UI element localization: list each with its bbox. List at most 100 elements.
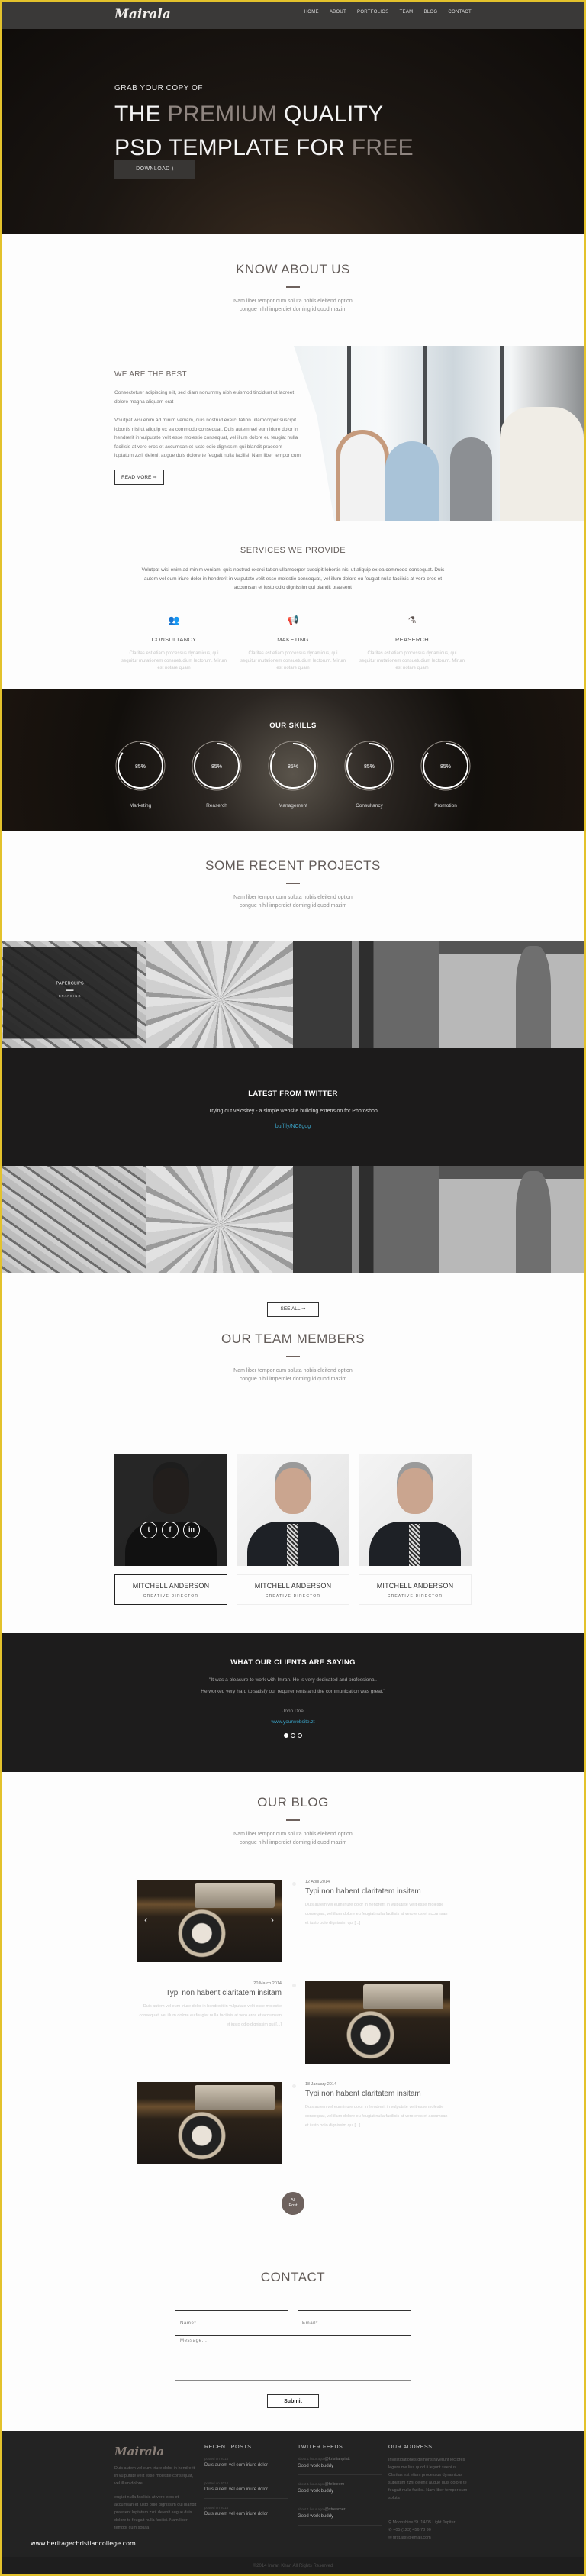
team-member-card[interactable]: t f in MITCHELL ANDERSON CREATIVE DIRECTO… [114,1454,227,1605]
see-all-button[interactable]: SEE ALL ➞ [267,1302,319,1317]
section-title: OUR TEAM MEMBERS [221,1332,365,1346]
recent-post[interactable]: posted on 2014 Duis autem vel eum iriure … [204,2499,288,2523]
carousel-dot[interactable] [298,1733,302,1738]
project-boardwalk[interactable] [293,1166,440,1273]
project-paperclips[interactable] [0,1166,146,1273]
recent-post[interactable]: posted on 2014 Duis autem vel eum iriure … [204,2450,288,2474]
project-pencils[interactable] [146,1166,293,1273]
post-title[interactable]: Typi non habent claritatem insitam [305,2090,450,2098]
linkedin-icon[interactable]: in [183,1522,200,1538]
post-image-slider[interactable]: ‹ › [137,1880,282,1962]
team-member-card[interactable]: MITCHELL ANDERSON CREATIVE DIRECTOR [237,1454,349,1605]
phone-line: ✆ +05 (123) 456 78 90 [388,2528,431,2532]
team-member-card[interactable]: MITCHELL ANDERSON CREATIVE DIRECTOR [359,1454,472,1605]
blog-post: 20 March 2014 Typi non habent claritatem… [137,1981,472,2065]
message-field[interactable] [175,2335,411,2381]
testimonial-website[interactable]: www.yourwebsite.zt [0,1719,586,1725]
email-field[interactable] [298,2310,411,2335]
post-excerpt: Duis autem vel eum iriure dolor in hendr… [305,1903,448,1926]
twitter-icon[interactable]: t [140,1522,157,1538]
timeline-dot [292,1984,296,1987]
logo[interactable]: Mairala [114,7,171,22]
team-meeting-photo [294,346,584,521]
project-hydrant[interactable] [440,941,586,1048]
post-title[interactable]: Typi non habent claritatem insitam [305,1887,450,1896]
download-label: DOWNLOAD [136,166,170,172]
skill-ring: 85% Marketing [114,740,166,809]
nav-blog[interactable]: BLOG [423,10,437,18]
project-boardwalk[interactable] [293,941,440,1048]
project-title: PAPERCLIPS [56,980,84,986]
carousel-dot[interactable] [284,1733,288,1738]
skill-percent: 85% [288,764,298,770]
skill-percent: 85% [364,764,375,770]
title-divider [286,286,300,288]
footer: Mairala Duis autem vel eum iriure dolor … [0,2431,586,2575]
nav-portfolios[interactable]: PORTFOLIOS [357,10,389,18]
chevron-right-icon[interactable]: › [270,1913,274,1926]
services-section: SERVICES WE PROVIDE Volutpat wisi enim a… [0,521,586,689]
member-photo [359,1454,472,1566]
contact-section: CONTACT Submit [0,2236,586,2431]
headline-highlight: PREMIUM [167,102,278,127]
blog-post: 18 January 2014 Typi non habent claritat… [137,2082,472,2166]
hero-eyebrow: GRAB YOUR COPY OF [114,84,203,92]
name-field[interactable] [175,2310,288,2335]
post-excerpt: Duis autem vel eum iriure dolor in hendr… [305,2105,448,2128]
about-paragraph: Consectetuer adipiscing elit, sed diam n… [114,390,295,405]
section-title: LATEST FROM TWITTER [248,1089,338,1098]
service-consultancy: 👥 CONSULTANCY Claritas est etiam process… [121,615,227,673]
post-date: 18 January 2014 [305,2082,336,2087]
footer-heading: OUR ADDRESS [388,2445,433,2450]
title-divider [286,1356,300,1357]
nav-contact[interactable]: CONTACT [448,10,472,18]
timeline-dot [292,2084,296,2088]
facebook-icon[interactable]: f [162,1522,179,1538]
chevron-left-icon[interactable]: ‹ [144,1913,148,1926]
tweet-link[interactable]: buff.ly/NC8gog [0,1124,586,1129]
section-subtitle: Nam liber tempor cum soluta nobis eleife… [233,1368,353,1382]
service-title: MAKETING [277,636,309,643]
service-research: ⚗ REASERCH Claritas est etiam processus … [359,615,465,673]
service-title: REASERCH [394,636,430,643]
post-image[interactable] [305,1981,450,2064]
hero-headline: THE PREMIUM QUALITY PSD TEMPLATE FOR FRE… [114,98,414,165]
service-title: CONSULTANCY [151,636,197,643]
recent-post[interactable]: posted on 2014 Duis autem vel eum iriure … [204,2474,288,2499]
email-line[interactable]: ✉ first.last@email.com [388,2534,472,2542]
about-heading: WE ARE THE BEST [114,370,187,379]
member-name: MITCHELL ANDERSON [376,1582,454,1590]
megaphone-icon: 📢 [287,615,299,625]
service-marketing: 📢 MAKETING Claritas est etiam processus … [240,615,346,673]
nav-about[interactable]: ABOUT [330,10,346,18]
post-date: 12 April 2014 [305,1880,330,1884]
section-title: OUR SKILLS [269,721,317,730]
all-post-button[interactable]: All Post [282,2192,304,2215]
section-subtitle: Nam liber tempor cum soluta nobis eleife… [233,1832,353,1845]
progress-ring: 85% [268,741,318,791]
project-category: BRANDING [58,995,82,999]
footer-logo[interactable]: Mairala [114,2445,198,2458]
project-pencils[interactable] [146,941,293,1048]
service-text: Claritas est etiam processus dynamicus, … [240,651,346,670]
service-text: Claritas est etiam processus dynamicus, … [359,651,465,670]
post-title[interactable]: Typi non habent claritatem insitam [137,1989,282,1997]
contact-form: Submit [175,2310,411,2408]
skills-section: OUR SKILLS 85% Marketing 85% Reaserch 85% Man… [0,689,586,831]
carousel-dots [0,1733,586,1738]
section-subtitle: Nam liber tempor cum soluta nobis eleife… [233,895,353,909]
nav-team[interactable]: TEAM [400,10,414,18]
carousel-dot[interactable] [291,1733,295,1738]
skill-label: Management [279,803,307,809]
post-image[interactable] [137,2082,282,2164]
read-more-button[interactable]: READ MORE ➞ [114,469,164,485]
project-paperclips[interactable]: PAPERCLIPS BRANDING [0,941,146,1048]
submit-button[interactable]: Submit [267,2394,319,2408]
about-paragraph: Volutpat wisi enim ad minim veniam, quis… [114,418,301,458]
download-button[interactable]: DOWNLOAD ⭳ [114,160,195,179]
section-title: SOME RECENT PROJECTS [205,858,381,873]
project-hydrant[interactable] [440,1166,586,1273]
services-intro: Volutpat wisi enim ad minim veniam, quis… [141,567,445,590]
projects-section: SOME RECENT PROJECTS Nam liber tempor cu… [0,831,586,941]
nav-home[interactable]: HOME [304,10,319,18]
